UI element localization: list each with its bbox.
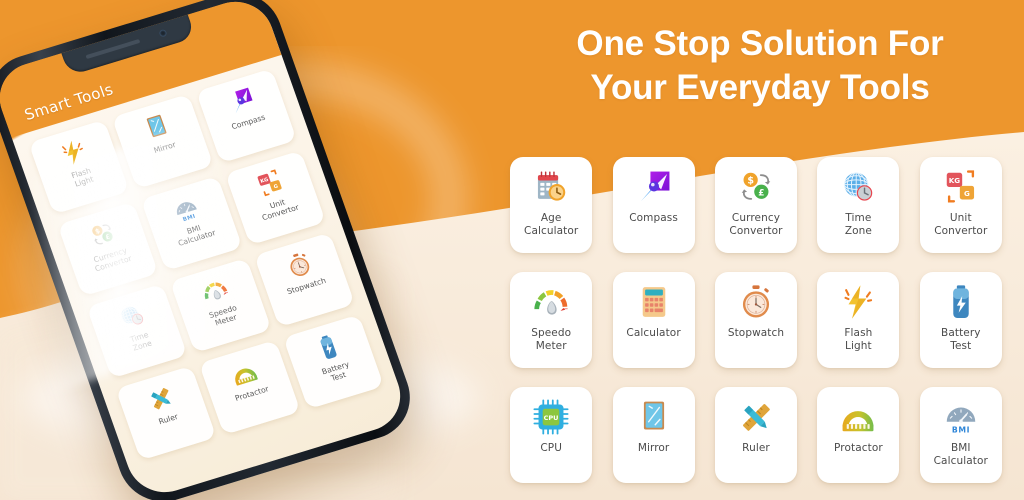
tool-label: Ruler bbox=[742, 442, 770, 454]
unit-convertor-icon: KG G bbox=[942, 168, 980, 206]
unit-convertor-icon: KG G bbox=[253, 167, 288, 200]
time-zone-icon bbox=[114, 300, 149, 333]
svg-text:BMI: BMI bbox=[183, 214, 197, 223]
app-icon-grid: Flash Light Mirror Compass $ £ Currency Co… bbox=[13, 59, 410, 500]
phone-app-mirror[interactable]: Mirror bbox=[111, 93, 214, 189]
currency-convertor-icon: $ £ bbox=[85, 218, 120, 251]
earpiece-speaker bbox=[85, 38, 141, 60]
tool-label: Protactor bbox=[834, 442, 883, 454]
protactor-icon bbox=[839, 398, 877, 436]
tool-label: Unit Convertor bbox=[934, 212, 988, 237]
flash-light-icon bbox=[839, 283, 877, 321]
tool-label: Stopwatch bbox=[727, 327, 785, 339]
tool-label: BMI Calculator bbox=[933, 442, 988, 467]
bmi-calculator-icon: BMI bbox=[169, 192, 204, 225]
tool-card-cpu[interactable]: CPU CPU bbox=[510, 387, 593, 483]
svg-text:£: £ bbox=[758, 188, 764, 198]
protactor-icon bbox=[227, 356, 262, 389]
phone-app-unit-convertor[interactable]: KG G Unit Convertor bbox=[224, 150, 326, 246]
age-calculator-icon bbox=[532, 168, 570, 206]
mirror-icon bbox=[635, 398, 673, 436]
phone-frame: Smart Tools Flash Light Mirror Compass $… bbox=[0, 0, 423, 500]
ruler-icon bbox=[737, 398, 775, 436]
tool-card-calculator[interactable]: Calculator bbox=[612, 272, 695, 368]
battery-test-icon bbox=[942, 283, 980, 321]
tool-card-currency-convertor[interactable]: $ £ Currency Convertor bbox=[714, 157, 797, 253]
phone-app-speedo-meter[interactable]: Speedo Meter bbox=[170, 258, 272, 353]
cpu-icon: CPU bbox=[532, 398, 570, 436]
headline-line-1: One Stop Solution For bbox=[576, 24, 944, 63]
svg-text:CPU: CPU bbox=[544, 414, 559, 422]
time-zone-icon bbox=[839, 168, 877, 206]
ruler-icon bbox=[144, 382, 179, 415]
tool-label: Speedo Meter bbox=[207, 303, 238, 328]
speedo-meter-icon bbox=[198, 274, 233, 307]
tool-label: Ruler bbox=[157, 412, 180, 427]
tool-label: Flash Light bbox=[844, 327, 873, 352]
currency-convertor-icon: $ £ bbox=[737, 168, 775, 206]
bmi-calculator-icon: BMI bbox=[942, 398, 980, 436]
phone-app-stopwatch[interactable]: Stopwatch bbox=[253, 232, 355, 328]
svg-text:$: $ bbox=[747, 175, 754, 186]
tool-card-protactor[interactable]: Protactor bbox=[817, 387, 900, 483]
tool-label: Mirror bbox=[152, 140, 177, 156]
tool-label: Compass bbox=[629, 212, 678, 224]
phone-app-compass[interactable]: Compass bbox=[195, 68, 297, 164]
mirror-icon bbox=[140, 110, 175, 143]
phone-app-ruler[interactable]: Ruler bbox=[115, 365, 217, 461]
tool-label: Mirror bbox=[637, 442, 670, 454]
tool-card-battery-test[interactable]: Battery Test bbox=[919, 272, 1002, 368]
tool-card-ruler[interactable]: Ruler bbox=[714, 387, 797, 483]
headline-line-2: Your Everyday Tools bbox=[590, 68, 930, 108]
svg-text:BMI: BMI bbox=[952, 425, 970, 434]
tool-card-bmi-calculator[interactable]: BMI BMI Calculator bbox=[919, 387, 1002, 483]
tool-label: CPU bbox=[540, 442, 563, 454]
tool-card-flash-light[interactable]: Flash Light bbox=[817, 272, 900, 368]
tool-label: Battery Test bbox=[320, 359, 351, 383]
tool-label: Age Calculator bbox=[524, 212, 579, 237]
tool-card-speedo-meter[interactable]: Speedo Meter bbox=[510, 272, 593, 368]
compass-icon bbox=[635, 168, 673, 206]
tool-card-time-zone[interactable]: Time Zone bbox=[817, 157, 900, 253]
tool-label: Calculator bbox=[626, 327, 681, 339]
feature-graphic: One Stop Solution For Your Everyday Tool… bbox=[0, 0, 1024, 500]
phone-app-time-zone[interactable]: Time Zone bbox=[86, 283, 188, 379]
stopwatch-icon bbox=[737, 283, 775, 321]
tool-card-unit-convertor[interactable]: KG G Unit Convertor bbox=[919, 157, 1002, 253]
compass-icon bbox=[224, 85, 259, 118]
flash-light-icon bbox=[56, 136, 91, 169]
calculator-icon bbox=[635, 283, 673, 321]
tool-card-age-calculator[interactable]: Age Calculator bbox=[510, 157, 593, 253]
tool-label: Time Zone bbox=[844, 212, 872, 237]
tool-card-grid: Age Calculator Compass $ £ Currency Conver… bbox=[500, 157, 1012, 483]
phone-app-bmi-calculator[interactable]: BMI BMI Calculator bbox=[140, 176, 243, 271]
tool-label: Speedo Meter bbox=[531, 327, 572, 352]
tool-label: Time Zone bbox=[128, 330, 154, 353]
speedo-meter-icon bbox=[532, 283, 570, 321]
svg-text:KG: KG bbox=[949, 176, 961, 185]
tool-card-stopwatch[interactable]: Stopwatch bbox=[714, 272, 797, 368]
svg-text:G: G bbox=[964, 189, 970, 198]
tool-label: Flash Light bbox=[70, 165, 95, 189]
stopwatch-icon bbox=[282, 249, 317, 282]
phone-app-battery-test[interactable]: Battery Test bbox=[282, 314, 384, 410]
battery-test-icon bbox=[311, 331, 346, 364]
phone-screen: Smart Tools Flash Light Mirror Compass $… bbox=[0, 0, 411, 500]
phone-mockup: Smart Tools Flash Light Mirror Compass $… bbox=[0, 0, 462, 500]
headline: One Stop Solution For Your Everyday Tool… bbox=[515, 22, 1005, 110]
front-camera-icon bbox=[158, 28, 168, 38]
phone-app-currency-convertor[interactable]: $ £ Currency Convertor bbox=[57, 201, 159, 297]
phone-app-flash-light[interactable]: Flash Light bbox=[28, 119, 130, 215]
phone-app-protactor[interactable]: Protactor bbox=[199, 340, 301, 435]
tool-card-compass[interactable]: Compass bbox=[612, 157, 695, 253]
tool-label: Battery Test bbox=[941, 327, 981, 352]
tool-card-mirror[interactable]: Mirror bbox=[612, 387, 695, 483]
tool-label: Currency Convertor bbox=[729, 212, 783, 237]
